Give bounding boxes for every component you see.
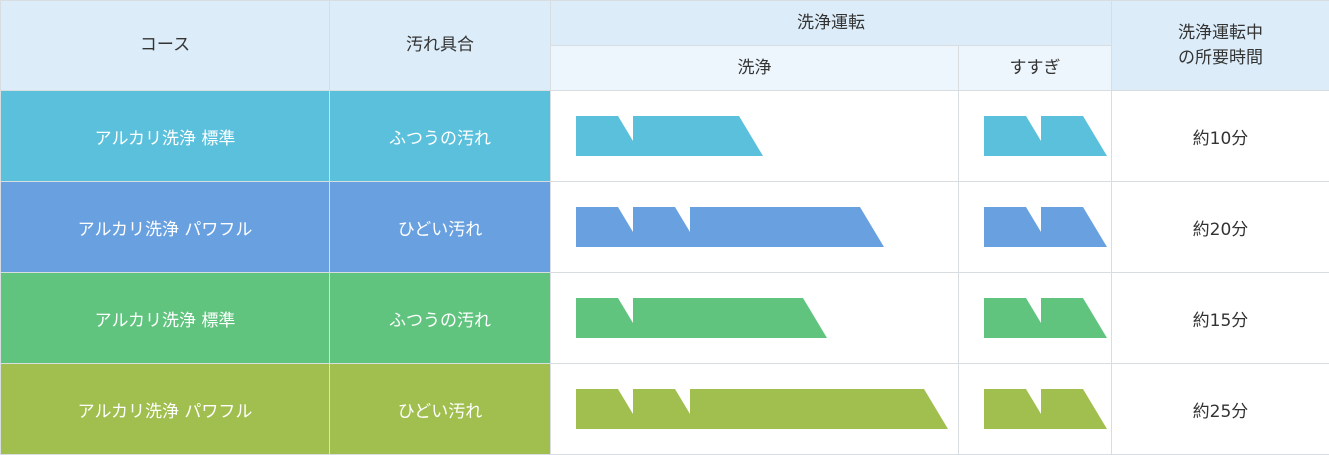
rinse-segment-1 [984,207,1050,247]
soil-level-cell: ひどい汚れ [330,182,551,273]
course-name-cell: アルカリ洗浄 パワフル [1,364,330,455]
header-duration-line2: の所要時間 [1178,48,1263,68]
wash-phase-bars [576,298,958,338]
wash-phase-cell [551,91,959,182]
header-rinse: すすぎ [959,46,1112,91]
soil-level-cell: ひどい汚れ [330,364,551,455]
wash-phase-cell [551,273,959,364]
rinse-segment-2 [1041,298,1107,338]
wash-bar-graphic [576,298,831,338]
wash-segment-1 [576,298,642,338]
rinse-phase-cell [959,273,1112,364]
wash-segment-3 [690,207,884,247]
header-duration-line1: 洗浄運転中 [1178,23,1263,43]
rinse-segment-1 [984,116,1050,156]
rinse-phase-cell [959,91,1112,182]
duration-cell: 約10分 [1112,91,1329,182]
rinse-segment-1 [984,389,1050,429]
wash-phase-bars [576,389,958,429]
course-name-cell: アルカリ洗浄 標準 [1,273,330,364]
rinse-segment-1 [984,298,1050,338]
table-row: アルカリ洗浄 標準 ふつうの汚れ 約10分 [1,91,1329,182]
wash-segment-1 [576,207,642,247]
wash-phase-cell [551,182,959,273]
wash-segment-2 [633,389,699,429]
header-wash-operation: 洗浄運転 [551,1,1112,46]
rinse-bar-graphic [984,389,1111,429]
rinse-phase-bars [984,207,1111,247]
rinse-bar-graphic [984,207,1111,247]
wash-phase-cell [551,364,959,455]
wash-bar-graphic [576,116,767,156]
wash-segment-3 [690,389,948,429]
rinse-phase-bars [984,298,1111,338]
course-name-cell: アルカリ洗浄 パワフル [1,182,330,273]
header-course: コース [1,1,330,91]
header-soil-level: 汚れ具合 [330,1,551,91]
rinse-segment-2 [1041,389,1107,429]
wash-segment-2 [633,116,763,156]
rinse-bar-graphic [984,116,1111,156]
wash-bar-graphic [576,207,888,247]
rinse-phase-cell [959,182,1112,273]
wash-segment-2 [633,207,699,247]
wash-segment-1 [576,116,642,156]
table-body: アルカリ洗浄 標準 ふつうの汚れ 約10分 アルカリ洗浄 パワフル ひどい汚れ … [1,91,1329,455]
duration-cell: 約25分 [1112,364,1329,455]
wash-course-table: コース 汚れ具合 洗浄運転 洗浄運転中 の所要時間 洗浄 すすぎ アルカリ洗浄 … [0,0,1329,455]
wash-bar-graphic [576,389,952,429]
soil-level-cell: ふつうの汚れ [330,273,551,364]
duration-cell: 約15分 [1112,273,1329,364]
rinse-segment-2 [1041,207,1107,247]
wash-segment-2 [633,298,827,338]
rinse-segment-2 [1041,116,1107,156]
course-name-cell: アルカリ洗浄 標準 [1,91,330,182]
soil-level-cell: ふつうの汚れ [330,91,551,182]
wash-phase-bars [576,207,958,247]
header-duration: 洗浄運転中 の所要時間 [1112,1,1329,91]
header-wash: 洗浄 [551,46,959,91]
rinse-phase-bars [984,389,1111,429]
wash-phase-bars [576,116,958,156]
table-row: アルカリ洗浄 パワフル ひどい汚れ 約25分 [1,364,1329,455]
rinse-phase-bars [984,116,1111,156]
rinse-bar-graphic [984,298,1111,338]
wash-segment-1 [576,389,642,429]
table-row: アルカリ洗浄 標準 ふつうの汚れ 約15分 [1,273,1329,364]
duration-cell: 約20分 [1112,182,1329,273]
rinse-phase-cell [959,364,1112,455]
table-row: アルカリ洗浄 パワフル ひどい汚れ 約20分 [1,182,1329,273]
